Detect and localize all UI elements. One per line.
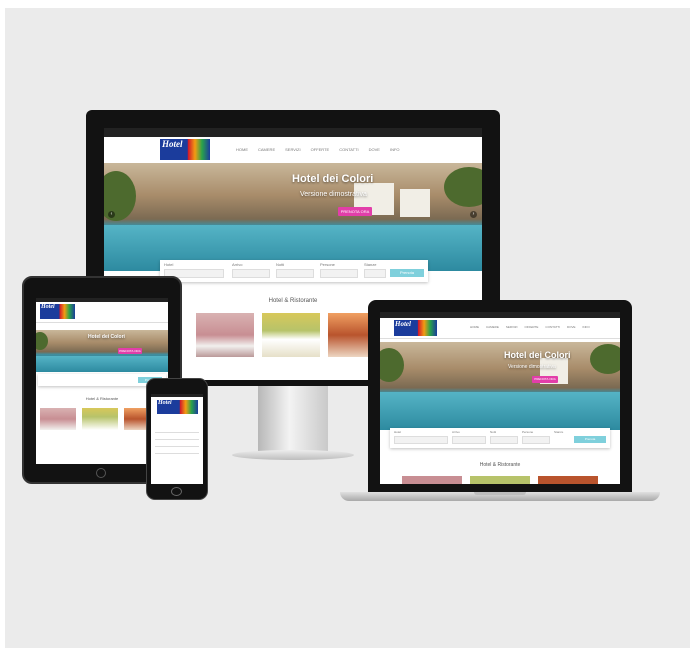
- room-thumbnail-1[interactable]: [40, 408, 76, 430]
- menu-item-info[interactable]: INFO: [583, 325, 590, 329]
- menu-item-home[interactable]: HOME: [470, 325, 479, 329]
- field-label-hotel: Hotel: [164, 262, 174, 267]
- tablet-home-button[interactable]: [96, 468, 106, 478]
- booking-bar: Hotel Arrivo Notti Persone Stanze Prenot…: [160, 260, 428, 282]
- room-thumbnail-2[interactable]: [262, 313, 320, 357]
- hero-slider: Hotel dei Colori Versione dimostrativa P…: [104, 163, 482, 271]
- hero-subtitle: Versione dimostrativa: [300, 191, 367, 198]
- hotel-logo[interactable]: Hotel: [160, 139, 210, 160]
- field-label-stanze: Stanze: [364, 262, 377, 267]
- menu-item-offerte[interactable]: OFFERTE: [524, 325, 538, 329]
- menu-item-dove[interactable]: DOVE: [567, 325, 576, 329]
- logo-text: Hotel: [158, 400, 172, 406]
- phone-screen: Hotel: [151, 394, 203, 484]
- room-thumbnail-1[interactable]: [402, 476, 462, 484]
- field-label-persone: Persone: [320, 262, 335, 267]
- book-now-button[interactable]: PRENOTA ORA: [338, 207, 372, 216]
- field-label-persone: Persone: [522, 430, 534, 434]
- menu-item-camere[interactable]: CAMERE: [486, 325, 499, 329]
- logo-text: Hotel: [162, 139, 183, 149]
- menu-item-info[interactable]: INFO: [390, 147, 400, 152]
- hero-slider-tablet: Hotel dei Colori PRENOTA ORA: [36, 330, 168, 372]
- main-menu: HOME CAMERE SERVIZI OFFERTE CONTATTI DOV…: [470, 325, 590, 329]
- menu-item-servizi[interactable]: SERVIZI: [506, 325, 518, 329]
- search-booking-button[interactable]: Prenota: [390, 269, 424, 277]
- main-menu: HOME CAMERE SERVIZI OFFERTE CONTATTI DOV…: [236, 147, 400, 152]
- monitor-base: [232, 450, 354, 460]
- room-thumbnail-3[interactable]: [538, 476, 598, 484]
- monitor-neck: [258, 386, 328, 452]
- field-label-arrivo: Arrivo: [452, 430, 460, 434]
- booking-bar: Hotel Arrivo Notti Persone Stanze Prenot…: [390, 428, 610, 448]
- guests-input[interactable]: [320, 269, 358, 278]
- logo-text: Hotel: [395, 320, 411, 328]
- hotel-logo-tablet[interactable]: Hotel: [40, 304, 75, 319]
- book-now-button[interactable]: PRENOTA ORA: [532, 376, 558, 383]
- smartphone: Hotel: [146, 378, 208, 500]
- slider-next-arrow[interactable]: ›: [470, 211, 477, 218]
- field-label-arrivo: Arrivo: [232, 262, 243, 267]
- logo-text: Hotel: [41, 304, 55, 310]
- phone-menu-list: [155, 426, 199, 454]
- slider-prev-arrow[interactable]: ‹: [108, 211, 115, 218]
- hero-subtitle: Versione dimostrativa: [508, 364, 556, 370]
- menu-item-dove[interactable]: DOVE: [369, 147, 380, 152]
- hotel-logo-phone[interactable]: Hotel: [157, 400, 198, 414]
- field-label-hotel: Hotel: [394, 430, 402, 434]
- arrival-date-input[interactable]: [452, 436, 486, 444]
- guests-input[interactable]: [522, 436, 550, 444]
- hotel-select[interactable]: [394, 436, 448, 444]
- field-label-notti: Notti: [276, 262, 285, 267]
- field-label-stanze: Stanze: [554, 430, 564, 434]
- laptop-screen: Hotel HOME CAMERE SERVIZI OFFERTE CONTAT…: [380, 312, 620, 484]
- hotel-logo[interactable]: Hotel: [394, 320, 437, 336]
- room-thumbnail-2[interactable]: [82, 408, 118, 430]
- menu-item-servizi[interactable]: SERVIZI: [285, 147, 301, 152]
- book-now-button[interactable]: PRENOTA ORA: [118, 348, 142, 354]
- hero-title: Hotel dei Colori: [504, 350, 571, 360]
- phone-home-button[interactable]: [171, 487, 182, 496]
- top-bar: [104, 128, 482, 137]
- hero-slider: Hotel dei Colori Versione dimostrativa P…: [380, 342, 620, 430]
- menu-item-home[interactable]: HOME: [236, 147, 248, 152]
- laptop: Hotel HOME CAMERE SERVIZI OFFERTE CONTAT…: [340, 300, 660, 510]
- room-thumbnail-1[interactable]: [196, 313, 254, 357]
- menu-item-contatti[interactable]: CONTATTI: [545, 325, 560, 329]
- hero-title: Hotel dei Colori: [88, 334, 125, 340]
- laptop-notch: [474, 492, 526, 495]
- room-thumbnail-2[interactable]: [470, 476, 530, 484]
- section-title: Hotel & Ristorante: [479, 462, 521, 468]
- field-label-notti: Notti: [490, 430, 497, 434]
- menu-item-camere[interactable]: CAMERE: [258, 147, 275, 152]
- search-booking-button[interactable]: Prenota: [574, 436, 606, 443]
- menu-item-contatti[interactable]: CONTATTI: [339, 147, 358, 152]
- hero-title: Hotel dei Colori: [292, 173, 374, 185]
- rooms-input[interactable]: [364, 269, 386, 278]
- navigation-bar: Hotel HOME CAMERE SERVIZI OFFERTE CONTAT…: [380, 318, 620, 339]
- nights-input[interactable]: [276, 269, 314, 278]
- menu-item-offerte[interactable]: OFFERTE: [311, 147, 330, 152]
- nights-input[interactable]: [490, 436, 518, 444]
- arrival-date-input[interactable]: [232, 269, 270, 278]
- navigation-bar: Hotel HOME CAMERE SERVIZI OFFERTE CONTAT…: [104, 137, 482, 164]
